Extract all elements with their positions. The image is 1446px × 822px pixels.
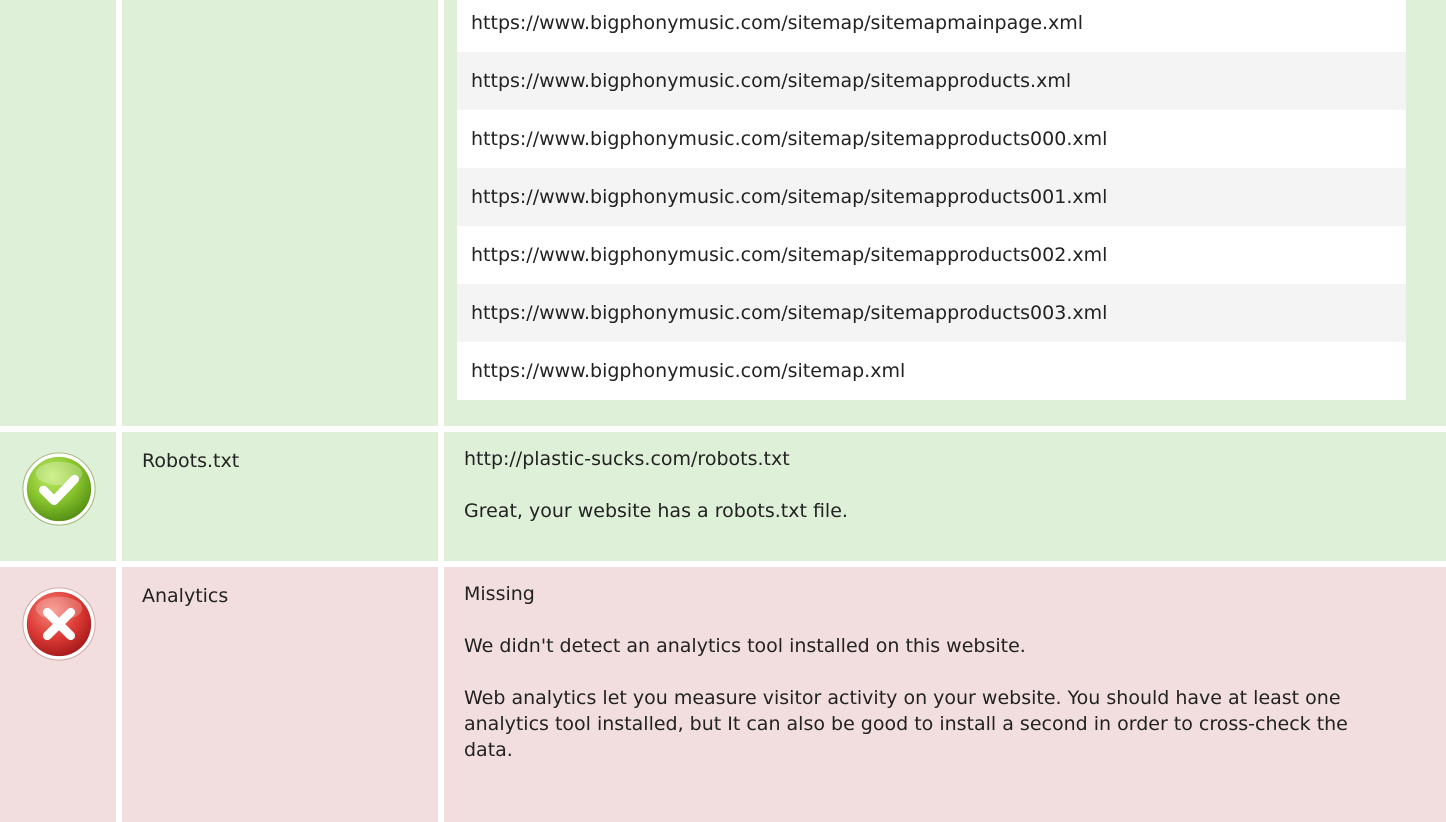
check-icon <box>22 452 96 526</box>
sitemap-row: https://www.bigphonymusic.com/sitemap/si… <box>0 0 1446 426</box>
analytics-row: Analytics Missing We didn't detect an an… <box>0 567 1446 822</box>
label-cell: Robots.txt <box>122 432 438 561</box>
check-label: Robots.txt <box>142 450 240 472</box>
sitemap-url-item: https://www.bigphonymusic.com/sitemap/si… <box>457 226 1406 284</box>
content-cell: http://plastic-sucks.com/robots.txt Grea… <box>444 432 1446 561</box>
analytics-status: Missing <box>464 583 535 605</box>
status-cell <box>0 567 116 822</box>
content-cell: Missing We didn't detect an analytics to… <box>444 567 1446 822</box>
sitemap-url-item: https://www.bigphonymusic.com/sitemap/si… <box>457 284 1406 342</box>
sitemap-url-item: https://www.bigphonymusic.com/sitemap.xm… <box>457 342 1406 400</box>
robots-row: Robots.txt http://plastic-sucks.com/robo… <box>0 432 1446 561</box>
analytics-message: We didn't detect an analytics tool insta… <box>464 635 1026 657</box>
label-cell: Analytics <box>122 567 438 822</box>
status-cell <box>0 432 116 561</box>
sitemap-url-item: https://www.bigphonymusic.com/sitemap/si… <box>457 52 1406 110</box>
sitemap-url-list: https://www.bigphonymusic.com/sitemap/si… <box>457 0 1406 400</box>
robots-url: http://plastic-sucks.com/robots.txt <box>464 448 790 470</box>
sitemap-url-item: https://www.bigphonymusic.com/sitemap/si… <box>457 168 1406 226</box>
content-cell: https://www.bigphonymusic.com/sitemap/si… <box>444 0 1446 426</box>
sitemap-url-item: https://www.bigphonymusic.com/sitemap/si… <box>457 0 1406 52</box>
check-label: Analytics <box>142 585 229 607</box>
sitemap-url-item: https://www.bigphonymusic.com/sitemap/si… <box>457 110 1406 168</box>
cross-icon <box>22 587 96 661</box>
status-cell <box>0 0 116 426</box>
robots-message: Great, your website has a robots.txt fil… <box>464 500 848 522</box>
analytics-advice: Web analytics let you measure visitor ac… <box>464 687 1348 761</box>
label-cell <box>122 0 438 426</box>
